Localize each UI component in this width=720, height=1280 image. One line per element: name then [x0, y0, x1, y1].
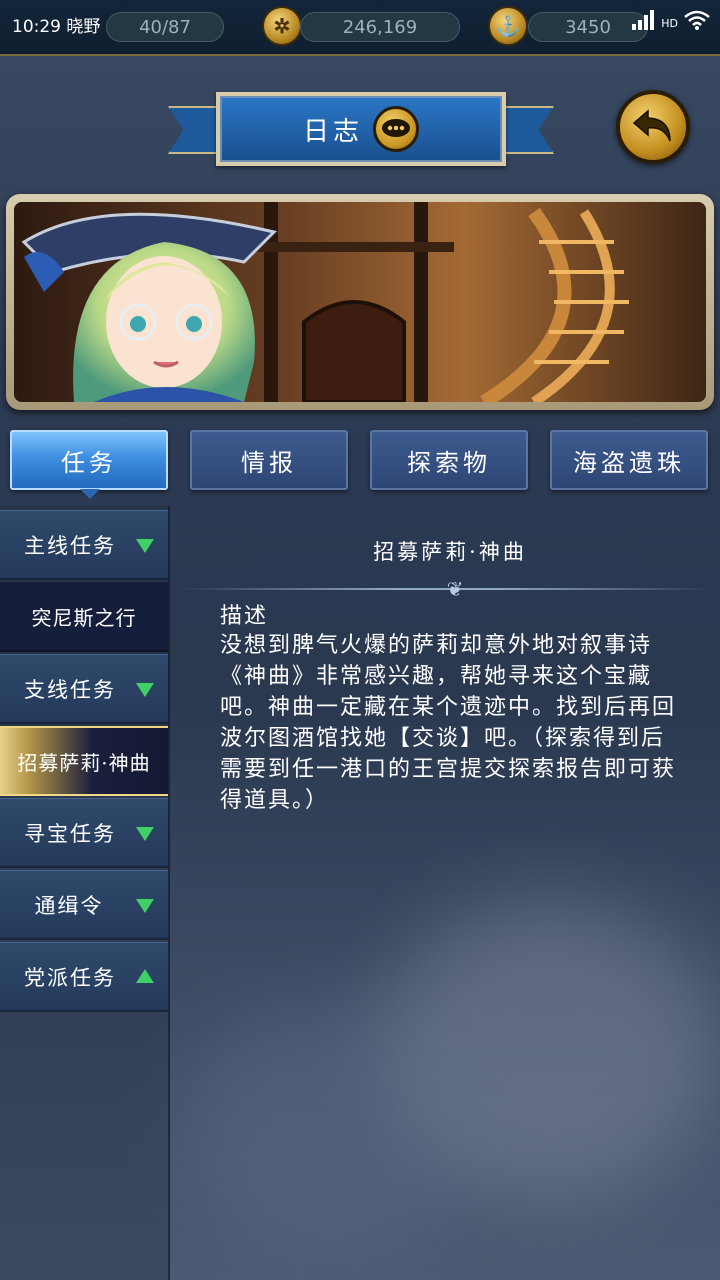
task-category-list: 主线任务 突尼斯之行 支线任务 招募萨莉·神曲 寻宝任务 通缉令 党派任务 — [0, 506, 170, 1280]
tab-label: 情报 — [241, 448, 297, 477]
category-label: 支线任务 — [24, 677, 116, 702]
description-label: 描述 — [220, 604, 269, 629]
scene-illustration — [14, 202, 706, 402]
expand-arrow-icon — [136, 539, 154, 553]
tab-intel[interactable]: 情报 — [190, 430, 348, 490]
expand-arrow-icon — [136, 899, 154, 913]
expand-arrow-icon — [136, 827, 154, 841]
tab-pirate-treasure[interactable]: 海盗遗珠 — [550, 430, 708, 490]
category-main-quests[interactable]: 主线任务 — [0, 510, 168, 580]
chat-icon[interactable] — [373, 106, 419, 152]
expand-arrow-icon — [136, 683, 154, 697]
network-label: HD — [661, 17, 678, 30]
quest-item-tunis[interactable]: 突尼斯之行 — [0, 582, 168, 652]
category-wanted[interactable]: 通缉令 — [0, 870, 168, 940]
level-value: 40/87 — [139, 16, 191, 38]
tavern-scene — [14, 202, 706, 402]
quest-label: 突尼斯之行 — [31, 605, 137, 630]
category-side-quests[interactable]: 支线任务 — [0, 654, 168, 724]
tab-label: 海盗遗珠 — [573, 448, 685, 477]
active-tab-pointer — [80, 489, 100, 499]
quest-title: 招募萨莉·神曲 — [373, 540, 527, 564]
category-label: 通缉令 — [34, 893, 104, 918]
category-label: 党派任务 — [24, 965, 116, 990]
tab-tasks[interactable]: 任务 — [10, 430, 168, 490]
gold-pill: 246,169 — [300, 12, 460, 42]
divider-ornament-icon: ❦ — [446, 577, 464, 601]
back-arrow-icon — [632, 109, 671, 142]
diamond-pill: 3450 — [528, 12, 648, 42]
category-label: 寻宝任务 — [24, 821, 116, 846]
tab-label: 任务 — [61, 448, 117, 477]
signal-icon — [632, 10, 655, 30]
back-button[interactable] — [616, 90, 690, 164]
system-icons: HD — [631, 10, 710, 30]
title-banner: 日志 — [168, 92, 554, 172]
quest-item-recruit-sally[interactable]: 招募萨莉·神曲 — [0, 726, 168, 796]
tab-discoveries[interactable]: 探索物 — [370, 430, 528, 490]
level-pill: 40/87 — [106, 12, 224, 42]
quest-description: 没想到脾气火爆的萨莉却意外地对叙事诗《神曲》非常感兴趣，帮她寻来这个宝藏吧。神曲… — [220, 633, 677, 813]
category-treasure-quests[interactable]: 寻宝任务 — [0, 798, 168, 868]
top-resource-bar: 10:29 晓野 40/87 ✲ 246,169 ⚓ 3450 HD — [0, 0, 720, 56]
banner-plate: 日志 — [216, 92, 506, 166]
diamond-value: 3450 — [565, 16, 611, 38]
page-title: 日志 — [302, 116, 363, 147]
wifi-icon — [684, 10, 710, 30]
tab-label: 探索物 — [407, 448, 491, 477]
background-glow — [180, 1000, 480, 1260]
compass-icon[interactable]: ✲ — [262, 6, 302, 46]
quest-label: 招募萨莉·神曲 — [17, 750, 151, 775]
character-portrait-panel — [6, 194, 714, 410]
collapse-arrow-icon — [136, 969, 154, 983]
gold-value: 246,169 — [342, 16, 418, 38]
category-label: 主线任务 — [24, 533, 116, 558]
category-faction-quests[interactable]: 党派任务 — [0, 942, 168, 1012]
status-time: 10:29 晓野 — [12, 17, 101, 37]
anchor-icon[interactable]: ⚓ — [488, 6, 528, 46]
